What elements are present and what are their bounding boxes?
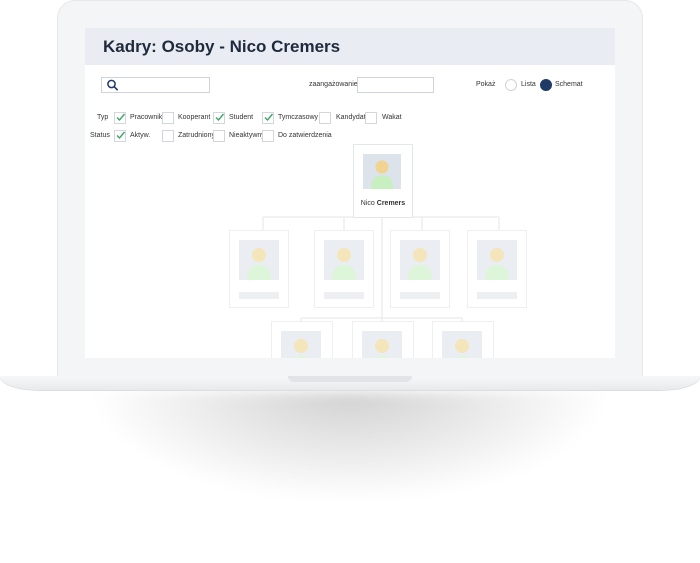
name-placeholder-bar <box>400 292 440 299</box>
avatar <box>324 240 364 280</box>
person-icon <box>332 248 356 280</box>
avatar <box>442 331 482 358</box>
avatar <box>477 240 517 280</box>
root-last-name: Cremers <box>376 200 406 207</box>
org-card[interactable] <box>271 321 333 358</box>
name-placeholder-bar <box>477 292 517 299</box>
root-first-name: Nico <box>360 200 375 207</box>
person-icon <box>371 160 393 189</box>
person-icon <box>374 339 390 358</box>
person-icon <box>293 339 309 358</box>
org-card[interactable] <box>432 321 494 358</box>
person-icon <box>247 248 271 280</box>
org-card[interactable] <box>352 321 414 358</box>
laptop-notch <box>288 376 412 382</box>
person-icon <box>454 339 470 358</box>
laptop-shadow <box>90 392 610 502</box>
root-person-name: Nico Cremers <box>354 200 412 207</box>
name-placeholder-bar <box>324 292 364 299</box>
person-icon <box>408 248 432 280</box>
person-icon <box>485 248 509 280</box>
org-card[interactable] <box>467 230 527 308</box>
org-card[interactable] <box>390 230 450 308</box>
name-placeholder-bar <box>239 292 279 299</box>
avatar <box>239 240 279 280</box>
app-screen: Kadry: Osoby - Nico Cremers zaangażowani… <box>85 28 615 358</box>
avatar <box>281 331 321 358</box>
org-chart-connectors <box>262 200 500 321</box>
avatar <box>400 240 440 280</box>
org-card[interactable] <box>314 230 374 308</box>
avatar <box>362 331 402 358</box>
avatar <box>363 154 401 189</box>
org-card-root[interactable]: Nico Cremers <box>353 144 413 218</box>
org-card[interactable] <box>229 230 289 308</box>
